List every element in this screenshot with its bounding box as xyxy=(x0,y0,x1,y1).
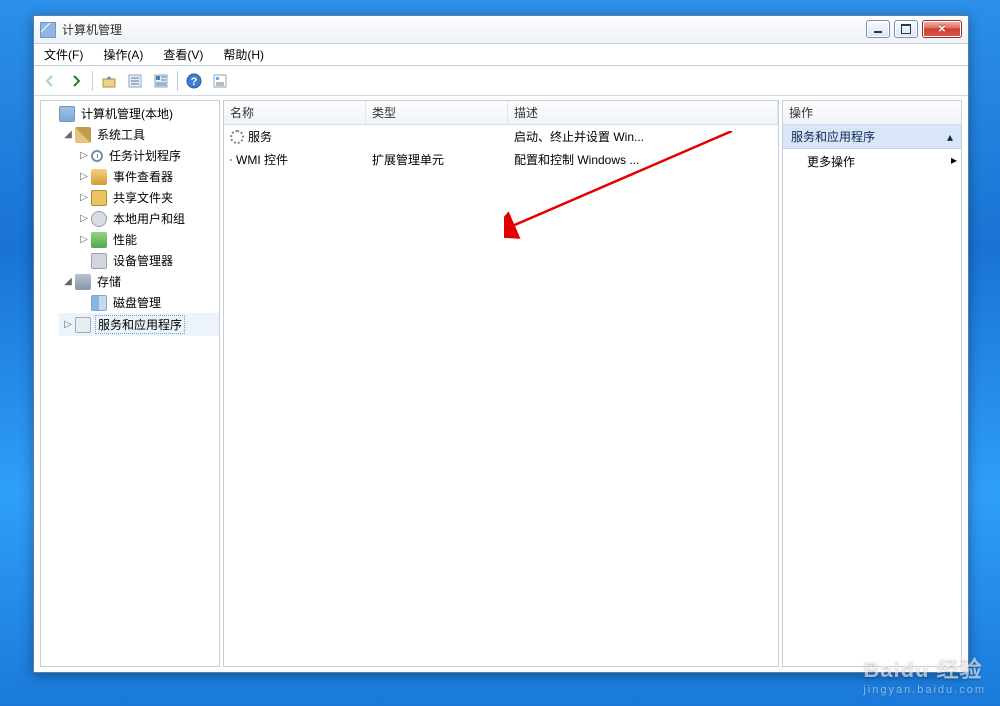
tree-label: 存储 xyxy=(95,273,123,290)
services-icon xyxy=(75,317,91,333)
column-header-name[interactable]: 名称 xyxy=(224,101,366,124)
list-pane: 名称 类型 描述 服务 启动、终止并设置 Win... WMI 控件 扩展管理单… xyxy=(223,100,779,667)
tb-props-button[interactable] xyxy=(208,69,232,93)
device-icon xyxy=(91,253,107,269)
tree-performance[interactable]: ▷ 性能 xyxy=(75,229,219,250)
cell-desc: 配置和控制 Windows ... xyxy=(508,150,778,169)
tree-shared-folders[interactable]: ▷ 共享文件夹 xyxy=(75,187,219,208)
app-icon xyxy=(40,22,56,38)
disk-icon xyxy=(91,295,107,311)
computer-icon xyxy=(59,106,75,122)
cell-type xyxy=(366,136,508,138)
tree-device-manager[interactable]: 设备管理器 xyxy=(75,250,219,271)
window-title: 计算机管理 xyxy=(62,21,122,38)
nav-forward-button[interactable] xyxy=(64,69,88,93)
toolbar: ? xyxy=(34,66,968,96)
tb-up-button[interactable] xyxy=(97,69,121,93)
actions-group-label: 服务和应用程序 xyxy=(791,128,875,145)
folder-up-icon xyxy=(101,73,117,89)
close-button[interactable] xyxy=(922,20,962,38)
title-bar: 计算机管理 xyxy=(34,16,968,44)
tree-local-users[interactable]: ▷ 本地用户和组 xyxy=(75,208,219,229)
tree-label: 性能 xyxy=(111,231,139,248)
tree-storage[interactable]: ◢ 存储 xyxy=(59,271,219,292)
cell-type: 扩展管理单元 xyxy=(366,150,508,169)
actions-pane: 操作 服务和应用程序 ▴ 更多操作 ▸ xyxy=(782,100,962,667)
maximize-button[interactable] xyxy=(894,20,918,38)
tree-label: 磁盘管理 xyxy=(111,294,163,311)
tb-details-button[interactable] xyxy=(149,69,173,93)
cell-desc: 启动、终止并设置 Win... xyxy=(508,127,778,146)
column-header-type[interactable]: 类型 xyxy=(366,101,508,124)
cell-name: 服务 xyxy=(248,128,272,145)
actions-group[interactable]: 服务和应用程序 ▴ xyxy=(783,125,961,149)
tree-disk-management[interactable]: 磁盘管理 xyxy=(75,292,219,313)
chevron-up-icon: ▴ xyxy=(947,130,953,144)
tree-label: 任务计划程序 xyxy=(107,147,183,164)
tree-label: 事件查看器 xyxy=(111,168,175,185)
properties-icon xyxy=(212,73,228,89)
actions-title: 操作 xyxy=(783,101,961,125)
wmi-icon xyxy=(230,159,232,161)
arrow-left-icon xyxy=(42,73,58,89)
users-icon xyxy=(91,211,107,227)
list-body: 服务 启动、终止并设置 Win... WMI 控件 扩展管理单元 配置和控制 W… xyxy=(224,125,778,666)
tree-root[interactable]: 计算机管理(本地) xyxy=(43,103,219,124)
help-icon: ? xyxy=(186,73,202,89)
gear-icon xyxy=(230,130,244,144)
tree-label: 系统工具 xyxy=(95,126,147,143)
window: 计算机管理 文件(F) 操作(A) 查看(V) 帮助(H) xyxy=(33,15,969,673)
arrow-right-icon xyxy=(68,73,84,89)
expand-icon[interactable]: ▷ xyxy=(62,319,74,331)
toolbar-separator xyxy=(92,71,93,91)
list-header-row: 名称 类型 描述 xyxy=(224,101,778,125)
expand-icon[interactable]: ▷ xyxy=(78,150,90,162)
list-item-services[interactable]: 服务 启动、终止并设置 Win... xyxy=(224,125,778,148)
clock-icon xyxy=(91,150,103,162)
tree-label: 共享文件夹 xyxy=(111,189,175,206)
tree-system-tools[interactable]: ◢ 系统工具 xyxy=(59,124,219,145)
menu-action[interactable]: 操作(A) xyxy=(93,43,153,66)
expand-icon[interactable]: ▷ xyxy=(78,234,90,246)
content-area: 计算机管理(本地) ◢ 系统工具 ▷ 任务计划程序 xyxy=(34,96,968,672)
expand-icon[interactable]: ▷ xyxy=(78,171,90,183)
tree-pane: 计算机管理(本地) ◢ 系统工具 ▷ 任务计划程序 xyxy=(40,100,220,667)
tree-services-apps[interactable]: ▷ 服务和应用程序 xyxy=(59,313,219,336)
minimize-button[interactable] xyxy=(866,20,890,38)
collapse-icon[interactable]: ◢ xyxy=(62,129,74,141)
share-icon xyxy=(91,190,107,206)
event-icon xyxy=(91,169,107,185)
chevron-right-icon: ▸ xyxy=(951,153,957,170)
tools-icon xyxy=(75,127,91,143)
watermark-url: jingyan.baidu.com xyxy=(863,684,986,696)
expand-icon[interactable]: ▷ xyxy=(78,192,90,204)
nav-back-button[interactable] xyxy=(38,69,62,93)
tree-label: 服务和应用程序 xyxy=(95,315,185,334)
menu-file[interactable]: 文件(F) xyxy=(34,43,93,66)
menu-bar: 文件(F) 操作(A) 查看(V) 帮助(H) xyxy=(34,44,968,66)
tb-help-button[interactable]: ? xyxy=(182,69,206,93)
storage-icon xyxy=(75,274,91,290)
svg-text:?: ? xyxy=(191,76,198,88)
list-item-wmi[interactable]: WMI 控件 扩展管理单元 配置和控制 Windows ... xyxy=(224,148,778,171)
tree-label: 本地用户和组 xyxy=(111,210,187,227)
tree-label: 计算机管理(本地) xyxy=(79,105,175,122)
list-icon xyxy=(127,73,143,89)
details-icon xyxy=(153,73,169,89)
tree-task-scheduler[interactable]: ▷ 任务计划程序 xyxy=(75,145,219,166)
toolbar-separator xyxy=(177,71,178,91)
menu-help[interactable]: 帮助(H) xyxy=(213,43,274,66)
actions-more[interactable]: 更多操作 ▸ xyxy=(783,149,961,174)
menu-view[interactable]: 查看(V) xyxy=(153,43,213,66)
tree-label: 设备管理器 xyxy=(111,252,175,269)
expand-icon[interactable]: ▷ xyxy=(78,213,90,225)
collapse-icon[interactable]: ◢ xyxy=(62,276,74,288)
tb-list-button[interactable] xyxy=(123,69,147,93)
cell-name: WMI 控件 xyxy=(236,151,288,168)
column-header-desc[interactable]: 描述 xyxy=(508,101,778,124)
perf-icon xyxy=(91,232,107,248)
actions-item-label: 更多操作 xyxy=(807,153,855,170)
window-controls xyxy=(866,20,962,38)
tree-event-viewer[interactable]: ▷ 事件查看器 xyxy=(75,166,219,187)
